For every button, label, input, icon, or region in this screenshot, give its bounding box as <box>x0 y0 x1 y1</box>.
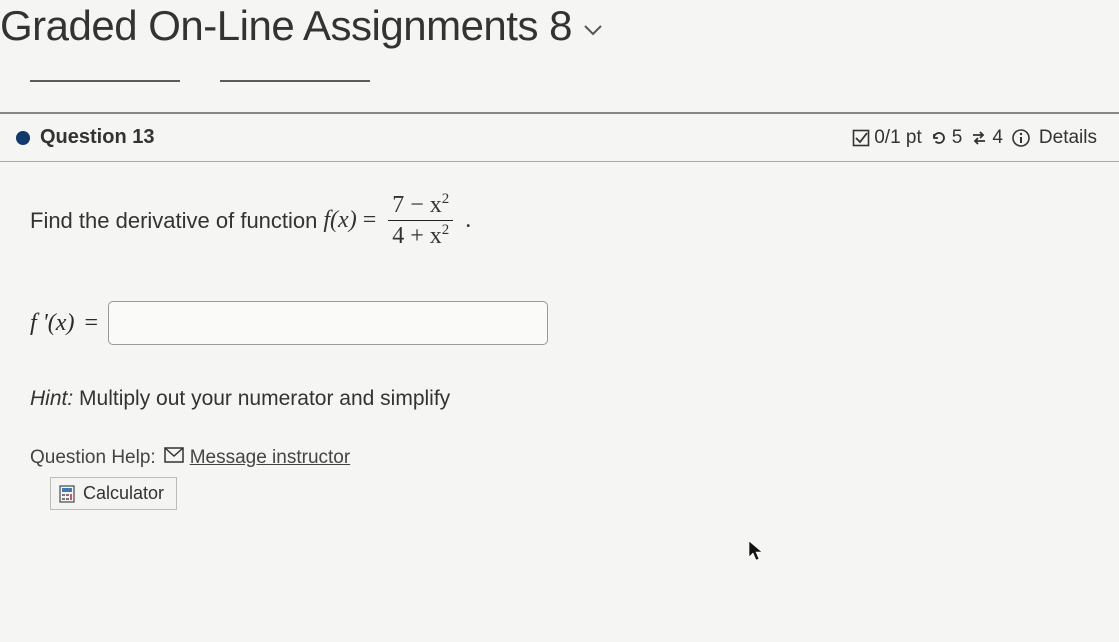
prompt-text: Find the derivative of function <box>30 208 317 234</box>
question-label-group: Question 13 <box>16 126 154 149</box>
swap-icon <box>970 129 988 147</box>
help-row: Question Help: Message instructor <box>30 447 1089 469</box>
fx-symbol: f(x) <box>323 207 356 234</box>
calculator-button[interactable]: Calculator <box>50 477 177 510</box>
hint-text: Multiply out your numerator and simplify <box>73 387 450 410</box>
blank-line <box>30 80 180 82</box>
envelope-icon <box>164 447 184 469</box>
question-content: Find the derivative of function f(x) = 7… <box>0 162 1119 520</box>
details-link[interactable]: Details <box>1039 127 1097 149</box>
question-header: Question 13 0/1 pt 5 4 Details <box>0 112 1119 162</box>
fprime-label: f '(x) <box>30 310 74 337</box>
hint-row: Hint: Multiply out your numerator and si… <box>30 387 1089 411</box>
calculator-icon <box>59 485 75 503</box>
numerator-exp: 2 <box>442 191 450 207</box>
numerator: 7 − x2 <box>388 190 453 220</box>
message-instructor-link[interactable]: Message instructor <box>164 447 351 469</box>
retry-icon <box>930 129 948 147</box>
message-instructor-text: Message instructor <box>190 447 351 469</box>
answer-equals: = <box>84 310 98 337</box>
problem-statement: Find the derivative of function f(x) = 7… <box>30 190 1089 251</box>
status-dot-icon <box>16 131 30 145</box>
period: . <box>465 207 471 234</box>
blank-line <box>220 80 370 82</box>
cursor-icon <box>748 540 766 567</box>
hint-label: Hint: <box>30 387 73 410</box>
checkbox-icon <box>852 129 870 147</box>
numerator-base: 7 − x <box>392 192 442 218</box>
blank-fill-lines <box>0 50 1119 112</box>
denominator-base: 4 + x <box>392 223 442 249</box>
chevron-down-icon[interactable] <box>584 20 602 43</box>
fraction: 7 − x2 4 + x2 <box>388 190 453 251</box>
help-label: Question Help: <box>30 447 156 469</box>
equals-sign: = <box>363 207 377 234</box>
answer-input[interactable] <box>108 301 548 345</box>
calculator-label: Calculator <box>83 483 164 504</box>
info-icon[interactable] <box>1011 128 1031 148</box>
question-meta: 0/1 pt 5 4 Details <box>852 127 1097 149</box>
denominator: 4 + x2 <box>388 221 453 251</box>
answer-row: f '(x) = <box>30 301 1089 345</box>
score-text: 0/1 pt <box>874 127 922 149</box>
page-title: Graded On-Line Assignments 8 <box>0 2 572 50</box>
page-title-row: Graded On-Line Assignments 8 <box>0 0 1119 50</box>
question-number: Question 13 <box>40 126 154 149</box>
attempts-remaining: 5 <box>952 127 963 149</box>
denominator-exp: 2 <box>442 222 450 238</box>
retries-text: 4 <box>992 127 1003 149</box>
